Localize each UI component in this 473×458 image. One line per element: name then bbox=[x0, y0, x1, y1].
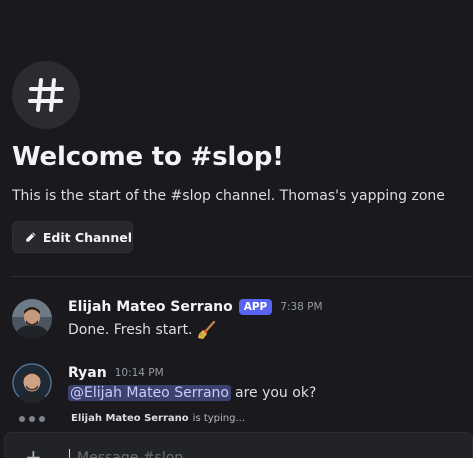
author-name[interactable]: Ryan bbox=[68, 365, 107, 381]
divider bbox=[12, 276, 473, 277]
channel-hero bbox=[12, 61, 80, 129]
broom-icon bbox=[197, 320, 215, 339]
typing-user: Elijah Mateo Serrano bbox=[71, 413, 189, 424]
message-text: are you ok? bbox=[234, 385, 317, 401]
timestamp[interactable]: 10:14 PM bbox=[115, 367, 164, 379]
message-input[interactable] bbox=[75, 447, 439, 458]
pencil-icon bbox=[26, 232, 36, 242]
text-caret bbox=[69, 449, 70, 458]
welcome-title: Welcome to #slop! bbox=[12, 142, 284, 172]
add-attachment-icon[interactable]: + bbox=[25, 447, 42, 458]
edit-channel-label: Edit Channel bbox=[42, 229, 132, 245]
app-badge: APP bbox=[238, 299, 273, 315]
avatar[interactable] bbox=[12, 363, 52, 403]
message-text: Done. Fresh start. bbox=[68, 322, 193, 338]
welcome-subtitle: This is the start of the #slop channel. … bbox=[12, 188, 445, 204]
typing-text: is typing... bbox=[192, 413, 246, 424]
message-header: Elijah Mateo Serrano APP 7:38 PM bbox=[68, 299, 323, 315]
typing-indicator: Elijah Mateo Serrano is typing... bbox=[19, 413, 245, 424]
author-name[interactable]: Elijah Mateo Serrano bbox=[68, 299, 233, 315]
message-content: Done. Fresh start. bbox=[68, 320, 217, 340]
avatar[interactable] bbox=[12, 299, 52, 339]
typing-dots-icon bbox=[19, 415, 67, 422]
chat-view: Welcome to #slop! This is the start of t… bbox=[0, 0, 473, 458]
message-content: @Elijah Mateo Serrano are you ok? bbox=[68, 385, 316, 401]
edit-channel-button[interactable]: Edit Channel bbox=[12, 221, 133, 253]
message-header: Ryan 10:14 PM bbox=[68, 365, 164, 381]
user-mention[interactable]: @Elijah Mateo Serrano bbox=[68, 385, 231, 401]
hash-icon bbox=[28, 78, 64, 112]
message-composer: + bbox=[4, 432, 473, 458]
timestamp[interactable]: 7:38 PM bbox=[280, 301, 322, 313]
